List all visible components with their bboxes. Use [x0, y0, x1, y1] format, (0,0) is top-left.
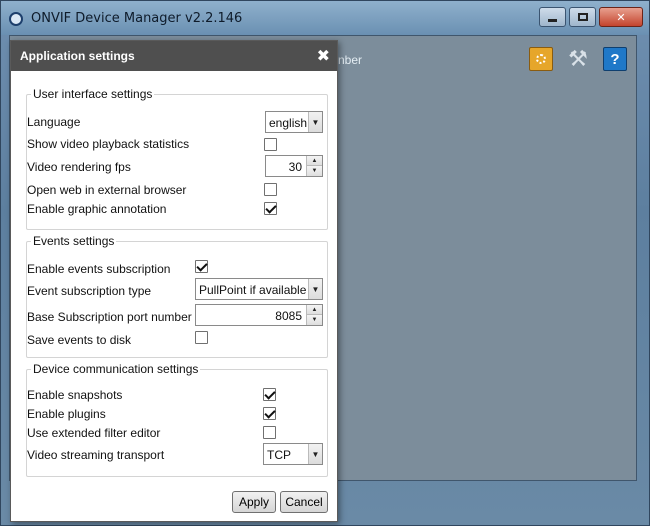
maximize-button[interactable] — [569, 7, 596, 27]
filter-row: Use extended filter editor — [27, 423, 327, 443]
subscription-row: Enable events subscription — [27, 259, 327, 279]
snapshots-row: Enable snapshots — [27, 385, 327, 405]
port-stepper-buttons: ▲ ▼ — [306, 305, 322, 325]
ui-settings-group: User interface settings Language english… — [26, 87, 328, 230]
filter-label: Use extended filter editor — [27, 426, 161, 440]
stats-checkbox[interactable] — [264, 138, 277, 151]
dialog-close-icon[interactable]: ✖ — [317, 46, 330, 66]
close-icon: ✕ — [616, 11, 626, 24]
chevron-down-icon[interactable]: ▼ — [308, 444, 322, 464]
snapshots-label: Enable snapshots — [27, 388, 123, 402]
maximize-icon — [577, 13, 588, 21]
device-communication-group: Device communication settings Enable sna… — [26, 362, 328, 477]
plugins-checkbox[interactable] — [263, 407, 276, 420]
title-bar[interactable]: ONVIF Device Manager v2.2.146 ✕ — [1, 1, 649, 35]
port-stepper[interactable]: 8085 ▲ ▼ — [195, 304, 323, 326]
fps-value: 30 — [288, 160, 302, 174]
language-select[interactable]: english ▼ — [265, 111, 323, 133]
chevron-down-icon[interactable]: ▼ — [308, 279, 322, 299]
application-settings-dialog: Application settings ✖ User interface se… — [10, 40, 338, 522]
fps-stepper[interactable]: 30 ▲ ▼ — [265, 155, 323, 177]
dialog-title: Application settings — [20, 49, 135, 63]
subscription-type-select[interactable]: PullPoint if available ▼ — [195, 278, 323, 300]
chevron-down-icon[interactable]: ▼ — [308, 112, 322, 132]
annotation-label: Enable graphic annotation — [27, 202, 167, 216]
close-window-button[interactable]: ✕ — [599, 7, 643, 27]
fps-stepper-buttons: ▲ ▼ — [306, 156, 322, 176]
web-label: Open web in external browser — [27, 183, 187, 197]
toolbar-icons: ⚒ ? — [529, 46, 627, 71]
type-label: Event subscription type — [27, 284, 152, 298]
port-label: Base Subscription port number — [27, 310, 192, 324]
plugins-label: Enable plugins — [27, 407, 106, 421]
save-events-label: Save events to disk — [27, 333, 132, 347]
device-communication-title: Device communication settings — [31, 362, 201, 376]
save-events-checkbox[interactable] — [195, 331, 208, 344]
minimize-icon — [548, 18, 557, 22]
cancel-button[interactable]: Cancel — [280, 491, 328, 513]
filter-checkbox[interactable] — [263, 426, 276, 439]
annotation-row: Enable graphic annotation — [27, 199, 327, 219]
web-checkbox[interactable] — [264, 183, 277, 196]
snapshots-checkbox[interactable] — [263, 388, 276, 401]
annotation-checkbox[interactable] — [264, 202, 277, 215]
events-settings-title: Events settings — [31, 234, 117, 248]
decrement-icon[interactable]: ▼ — [307, 315, 322, 325]
dialog-header: Application settings ✖ — [11, 41, 337, 71]
subscription-label: Enable events subscription — [27, 262, 171, 276]
transport-select[interactable]: TCP ▼ — [263, 443, 323, 465]
help-icon[interactable]: ? — [603, 47, 627, 71]
stats-row: Show video playback statistics — [27, 134, 327, 154]
apply-button[interactable]: Apply — [232, 491, 276, 513]
save-row: Save events to disk — [27, 330, 327, 350]
fps-label: Video rendering fps — [27, 160, 131, 174]
events-settings-group: Events settings Enable events subscripti… — [26, 234, 328, 358]
web-row: Open web in external browser — [27, 180, 327, 200]
background-text: nber — [338, 53, 363, 67]
window-title: ONVIF Device Manager v2.2.146 — [31, 11, 243, 26]
plugins-row: Enable plugins — [27, 404, 327, 424]
transport-value: TCP — [267, 448, 291, 462]
configure-icon[interactable] — [529, 47, 553, 71]
increment-icon[interactable]: ▲ — [307, 305, 322, 315]
tools-icon[interactable]: ⚒ — [566, 46, 590, 71]
language-value: english — [269, 116, 308, 130]
window-controls: ✕ — [539, 7, 643, 27]
subscription-checkbox[interactable] — [195, 260, 208, 273]
decrement-icon[interactable]: ▼ — [307, 166, 322, 176]
language-label: Language — [27, 115, 81, 129]
stats-label: Show video playback statistics — [27, 137, 190, 151]
minimize-button[interactable] — [539, 7, 566, 27]
ui-settings-title: User interface settings — [31, 87, 155, 101]
transport-label: Video streaming transport — [27, 448, 165, 462]
app-logo-icon — [9, 12, 23, 26]
port-value: 8085 — [275, 309, 302, 323]
subscription-type-value: PullPoint if available — [199, 283, 307, 297]
increment-icon[interactable]: ▲ — [307, 156, 322, 166]
